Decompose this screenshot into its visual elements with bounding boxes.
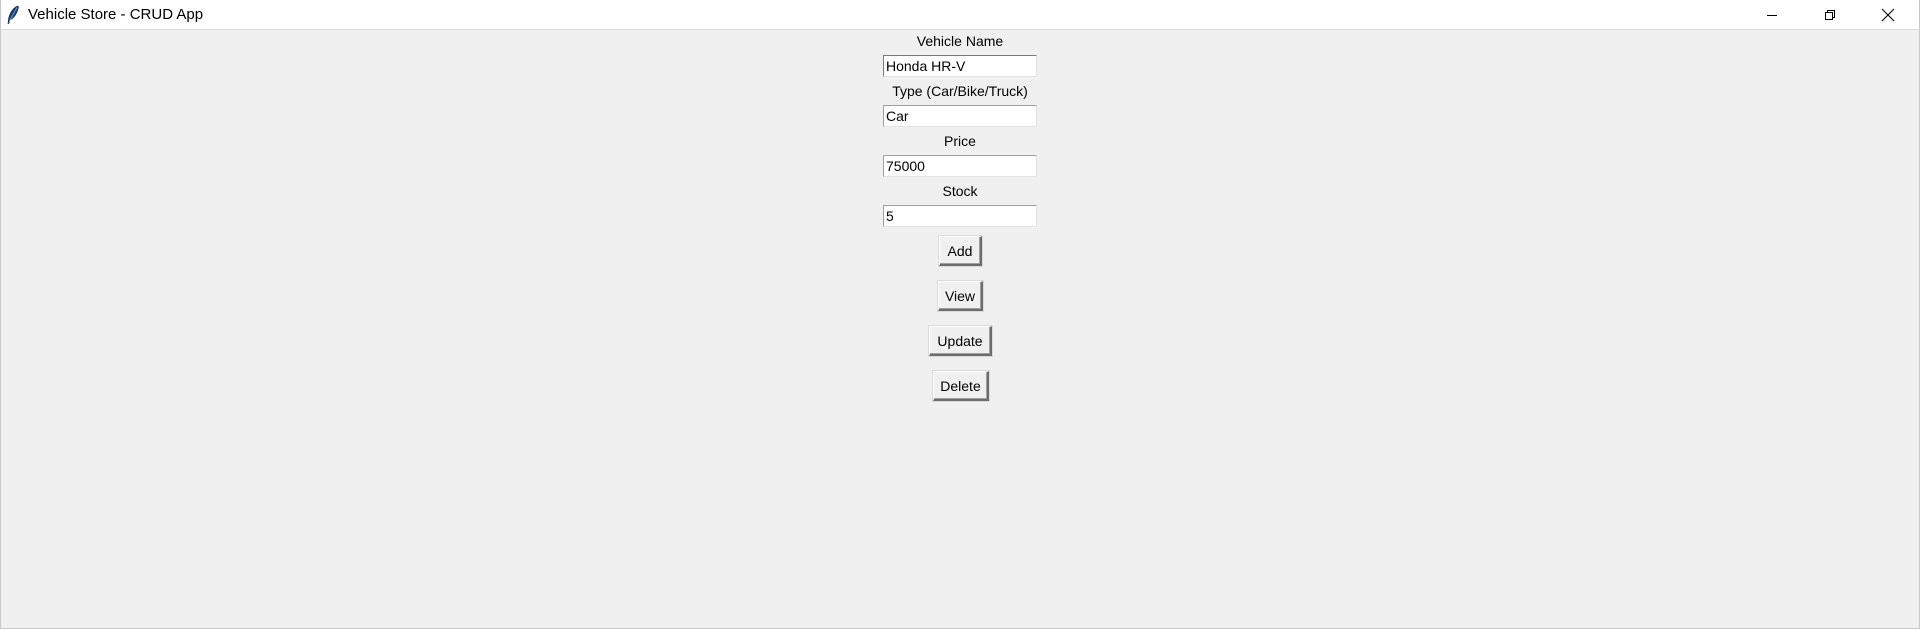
restore-icon [1825,9,1835,20]
price-label: Price [944,133,976,149]
vehicle-name-label: Vehicle Name [916,33,1004,49]
price-input[interactable] [883,155,1037,177]
form-area: Vehicle Name Type (Car/Bike/Truck) Price… [1,30,1919,628]
restore-button[interactable] [1801,0,1859,29]
close-button[interactable] [1859,0,1917,29]
minimize-button[interactable] [1743,0,1801,29]
vehicle-type-input[interactable] [883,105,1037,127]
feather-icon [7,5,19,24]
close-icon [1881,8,1895,21]
stock-label: Stock [942,183,978,199]
update-button[interactable]: Update [929,326,992,356]
app-window: Vehicle Store - CRUD App Vehicle Name Ty… [0,0,1920,629]
window-title: Vehicle Store - CRUD App [28,6,204,23]
view-button[interactable]: View [938,281,983,311]
stock-input[interactable] [883,205,1037,227]
add-button[interactable]: Add [939,236,982,266]
vehicle-type-label: Type (Car/Bike/Truck) [892,83,1028,99]
delete-button[interactable]: Delete [933,371,989,401]
minimize-icon [1767,14,1777,16]
title-bar[interactable]: Vehicle Store - CRUD App [1,0,1919,30]
vehicle-name-input[interactable] [883,55,1037,77]
